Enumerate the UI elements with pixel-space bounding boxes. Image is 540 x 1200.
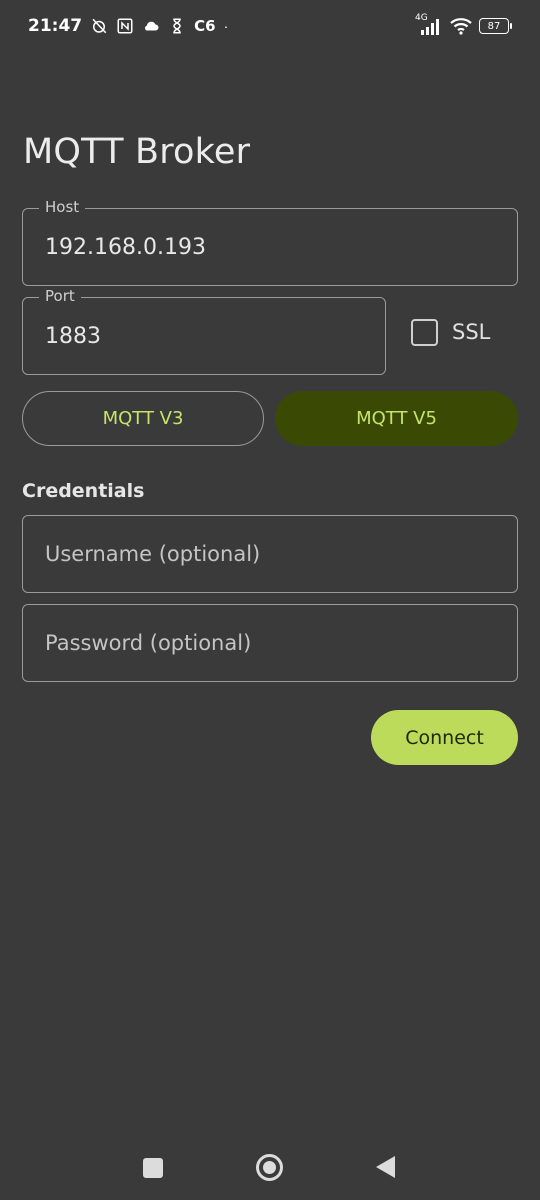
- username-placeholder: Username (optional): [45, 542, 261, 566]
- wifi-icon: [449, 17, 473, 35]
- back-icon[interactable]: [376, 1156, 395, 1178]
- status-bar-right: 4G 87: [415, 13, 512, 35]
- mqtt-v5-button[interactable]: MQTT V5: [275, 391, 518, 446]
- network-type: 4G: [415, 13, 428, 23]
- status-dot: ·: [223, 18, 229, 34]
- host-field[interactable]: Host 192.168.0.193: [22, 198, 518, 286]
- home-icon[interactable]: [256, 1154, 283, 1181]
- ssl-checkbox[interactable]: [411, 318, 438, 346]
- host-value[interactable]: 192.168.0.193: [45, 209, 206, 285]
- battery-icon: 87: [479, 18, 512, 34]
- hourglass-icon: [168, 17, 186, 35]
- carrier-label: C6: [194, 17, 216, 35]
- ssl-label: SSL: [452, 320, 491, 344]
- port-value[interactable]: 1883: [45, 298, 101, 374]
- status-bar-left: 21:47 C6 ·: [28, 16, 228, 36]
- username-field[interactable]: Username (optional): [22, 515, 518, 593]
- password-field[interactable]: Password (optional): [22, 604, 518, 682]
- battery-tip: [510, 23, 512, 29]
- credentials-heading: Credentials: [22, 480, 145, 502]
- page-title: MQTT Broker: [23, 132, 251, 172]
- nfc-icon: [116, 17, 134, 35]
- connect-button[interactable]: Connect: [371, 710, 518, 765]
- status-bar: 21:47 C6 · 4G 87: [0, 0, 540, 52]
- password-placeholder: Password (optional): [45, 631, 252, 655]
- port-field[interactable]: Port 1883: [22, 287, 386, 375]
- signal-icon: 4G: [415, 13, 443, 35]
- ssl-option[interactable]: SSL: [411, 318, 490, 346]
- mqtt-v3-button[interactable]: MQTT V3: [22, 391, 264, 446]
- status-time: 21:47: [28, 16, 83, 36]
- battery-level: 87: [479, 18, 509, 34]
- navigation-bar: [0, 1140, 540, 1195]
- alarm-off-icon: [90, 17, 108, 35]
- home-icon-dot: [263, 1161, 276, 1174]
- recents-icon[interactable]: [143, 1158, 163, 1178]
- cloud-icon: [142, 17, 160, 35]
